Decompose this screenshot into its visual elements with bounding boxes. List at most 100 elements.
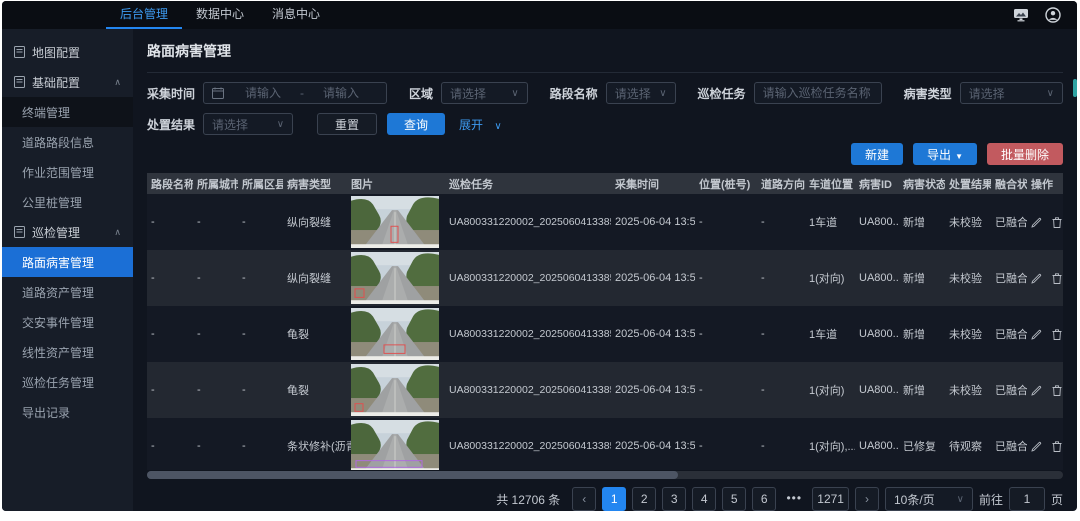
edit-icon[interactable] xyxy=(1031,329,1042,340)
sidebar-item[interactable]: 公里桩管理 xyxy=(2,187,133,217)
page-number-button[interactable]: 5 xyxy=(722,487,746,511)
filter-label-region: 区域 xyxy=(409,85,433,102)
horizontal-scrollbar-thumb[interactable] xyxy=(147,471,678,479)
goto-label: 前往 xyxy=(979,491,1003,508)
total-count: 共 12706 条 xyxy=(496,491,560,508)
table-row[interactable]: ---龟裂UA800331220002_20250604133852059202… xyxy=(147,362,1063,418)
table-row[interactable]: ---龟裂UA800331220002_20250604133852059202… xyxy=(147,306,1063,362)
page-number-button[interactable]: 4 xyxy=(692,487,716,511)
sidebar-item[interactable]: 基础配置∧ xyxy=(2,67,133,97)
edit-icon[interactable] xyxy=(1031,273,1042,284)
sidebar-item-label: 导出记录 xyxy=(22,404,70,421)
page-number-button[interactable]: 3 xyxy=(662,487,686,511)
sidebar-item-label: 地图配置 xyxy=(32,44,80,61)
table-row[interactable]: ---条状修补(沥青)UA800331220002_20250604133852… xyxy=(147,418,1063,470)
doc-icon xyxy=(14,46,25,58)
edit-icon[interactable] xyxy=(1031,385,1042,396)
sidebar-item[interactable]: 地图配置 xyxy=(2,37,133,67)
road-name-select[interactable]: 请选择 ∨ xyxy=(606,82,676,104)
reset-button[interactable]: 重置 xyxy=(317,113,377,135)
cell-status: 新增 xyxy=(899,214,945,230)
table-body: ---纵向裂缝UA800331220002_202506041338520592… xyxy=(147,194,1063,470)
edit-icon[interactable] xyxy=(1031,217,1042,228)
sidebar-item[interactable]: 巡检任务管理 xyxy=(2,367,133,397)
next-page-button[interactable]: › xyxy=(855,487,879,511)
table-row[interactable]: ---纵向裂缝UA800331220002_202506041338520592… xyxy=(147,250,1063,306)
sidebar-menu: 地图配置基础配置∧终端管理道路路段信息作业范围管理公里桩管理巡检管理∧路面病害管… xyxy=(2,37,133,427)
cell-damage_id: UA800... xyxy=(855,272,899,284)
topbar-tab[interactable]: 后台管理 xyxy=(106,1,182,29)
sidebar-item[interactable]: 路面病害管理 xyxy=(2,247,133,277)
delete-icon[interactable] xyxy=(1052,273,1062,284)
sidebar-item[interactable]: 终端管理 xyxy=(2,97,133,127)
cell-city: - xyxy=(193,216,238,228)
create-button[interactable]: 新建 xyxy=(851,143,903,165)
sidebar-item[interactable]: 作业范围管理 xyxy=(2,157,133,187)
delete-icon[interactable] xyxy=(1052,329,1062,340)
damage-photo-thumbnail[interactable] xyxy=(347,196,445,248)
collect-time-range-picker[interactable]: - xyxy=(203,82,387,104)
damage-photo-thumbnail[interactable] xyxy=(347,364,445,416)
column-header: 道路方向 xyxy=(757,176,805,192)
sidebar-item[interactable]: 巡检管理∧ xyxy=(2,217,133,247)
page-number-button[interactable]: 1 xyxy=(602,487,626,511)
doc-icon xyxy=(14,76,25,88)
filter-row-2: 处置结果 请选择 ∨ 重置 查询 展开 ∨ xyxy=(147,113,1063,135)
delete-icon[interactable] xyxy=(1052,385,1062,396)
column-header: 车道位置 xyxy=(805,176,855,192)
page-number-button[interactable]: 6 xyxy=(752,487,776,511)
page-number-button[interactable]: 2 xyxy=(632,487,656,511)
topbar-tab[interactable]: 数据中心 xyxy=(182,1,258,29)
expand-filters-link[interactable]: 展开 ∨ xyxy=(459,116,502,133)
column-header: 操作 xyxy=(1027,176,1071,192)
main-content: 路面病害管理 采集时间 - 区域 请选择 ∨ 路段名称 xyxy=(133,29,1077,511)
cell-damage_id: UA800... xyxy=(855,440,899,452)
cell-task: UA800331220002_20250604133852059 xyxy=(445,216,611,228)
cell-type: 龟裂 xyxy=(283,382,347,398)
start-date-input[interactable] xyxy=(226,86,300,100)
cell-position: - xyxy=(695,440,757,452)
damage-photo-thumbnail[interactable] xyxy=(347,308,445,360)
query-button[interactable]: 查询 xyxy=(387,113,445,135)
table-row[interactable]: ---纵向裂缝UA800331220002_202506041338520592… xyxy=(147,194,1063,250)
sidebar-item[interactable]: 道路路段信息 xyxy=(2,127,133,157)
sidebar-item[interactable]: 线性资产管理 xyxy=(2,337,133,367)
cell-time: 2025-06-04 13:50 xyxy=(611,272,695,284)
cell-direction: - xyxy=(757,328,805,340)
export-button[interactable]: 导出▼ xyxy=(913,143,977,165)
cell-position: - xyxy=(695,384,757,396)
cell-result: 待观察 xyxy=(945,438,991,454)
damage-photo-thumbnail[interactable] xyxy=(347,252,445,304)
topbar-tab[interactable]: 消息中心 xyxy=(258,1,334,29)
screen-share-icon[interactable] xyxy=(1013,8,1029,22)
sidebar-item[interactable]: 道路资产管理 xyxy=(2,277,133,307)
row-actions xyxy=(1027,273,1063,284)
cell-position: - xyxy=(695,328,757,340)
sidebar-item[interactable]: 导出记录 xyxy=(2,397,133,427)
result-select[interactable]: 请选择 ∨ xyxy=(203,113,293,135)
user-avatar-icon[interactable] xyxy=(1045,7,1061,23)
prev-page-button[interactable]: ‹ xyxy=(572,487,596,511)
task-name-input[interactable] xyxy=(754,82,882,104)
cell-city: - xyxy=(193,328,238,340)
cell-county: - xyxy=(238,328,283,340)
damage-photo-thumbnail[interactable] xyxy=(347,420,445,470)
edit-icon[interactable] xyxy=(1031,441,1042,452)
goto-page-input[interactable] xyxy=(1009,487,1045,511)
column-header: 所属区县 xyxy=(238,176,283,192)
damage-type-select[interactable]: 请选择 ∨ xyxy=(960,82,1063,104)
chevron-up-icon: ∧ xyxy=(114,227,121,238)
page-ellipsis[interactable]: ••• xyxy=(782,487,806,511)
cell-result: 未校验 xyxy=(945,326,991,342)
delete-icon[interactable] xyxy=(1052,217,1062,228)
last-page-button[interactable]: 1271 xyxy=(812,487,849,511)
filter-label-road-name: 路段名称 xyxy=(550,85,598,102)
end-date-input[interactable] xyxy=(304,86,378,100)
vertical-scrollbar-thumb[interactable] xyxy=(1073,79,1077,97)
horizontal-scrollbar[interactable] xyxy=(147,471,1063,479)
sidebar-item[interactable]: 交安事件管理 xyxy=(2,307,133,337)
batch-delete-button[interactable]: 批量删除 xyxy=(987,143,1063,165)
delete-icon[interactable] xyxy=(1052,441,1062,452)
page-size-select[interactable]: 10条/页 ∨ xyxy=(885,487,973,511)
region-select[interactable]: 请选择 ∨ xyxy=(441,82,528,104)
